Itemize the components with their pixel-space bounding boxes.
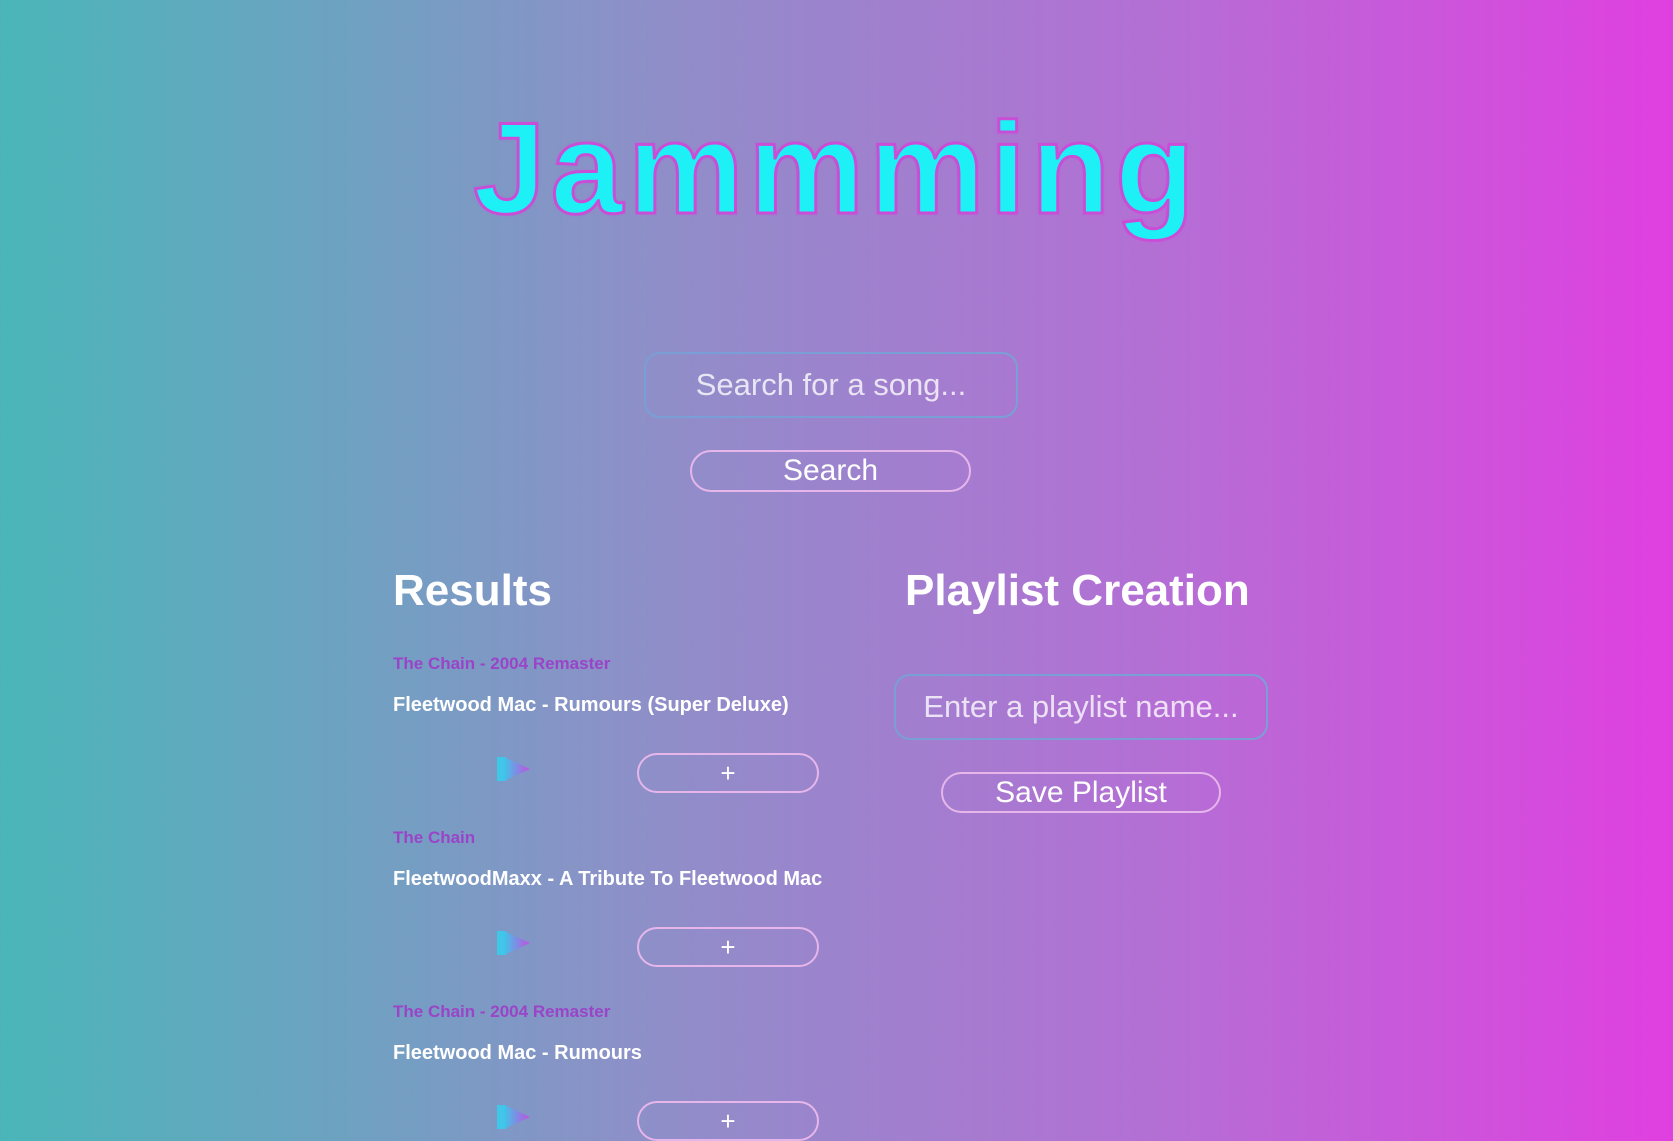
track-artist-album: Fleetwood Mac - Rumours — [393, 1042, 642, 1064]
add-track-button[interactable]: + — [637, 753, 819, 793]
track-name: The Chain — [393, 828, 476, 847]
playlist-name-input[interactable] — [894, 674, 1268, 740]
add-track-button[interactable]: + — [637, 927, 819, 967]
results-heading: Results — [393, 566, 552, 615]
play-icon[interactable] — [496, 755, 532, 783]
track-artist-album: Fleetwood Mac - Rumours (Super Deluxe) — [393, 694, 789, 716]
play-icon[interactable] — [496, 929, 532, 957]
play-icon[interactable] — [496, 1103, 532, 1131]
track-name: The Chain - 2004 Remaster — [393, 654, 611, 673]
app-title: Jammming — [472, 94, 1200, 243]
search-button[interactable]: Search — [690, 450, 971, 492]
track-name: The Chain - 2004 Remaster — [393, 1002, 611, 1021]
save-playlist-button[interactable]: Save Playlist — [941, 772, 1221, 813]
search-input[interactable] — [644, 352, 1018, 418]
track-artist-album: FleetwoodMaxx - A Tribute To Fleetwood M… — [393, 868, 823, 890]
add-track-button[interactable]: + — [637, 1101, 819, 1141]
playlist-heading: Playlist Creation — [905, 566, 1250, 615]
